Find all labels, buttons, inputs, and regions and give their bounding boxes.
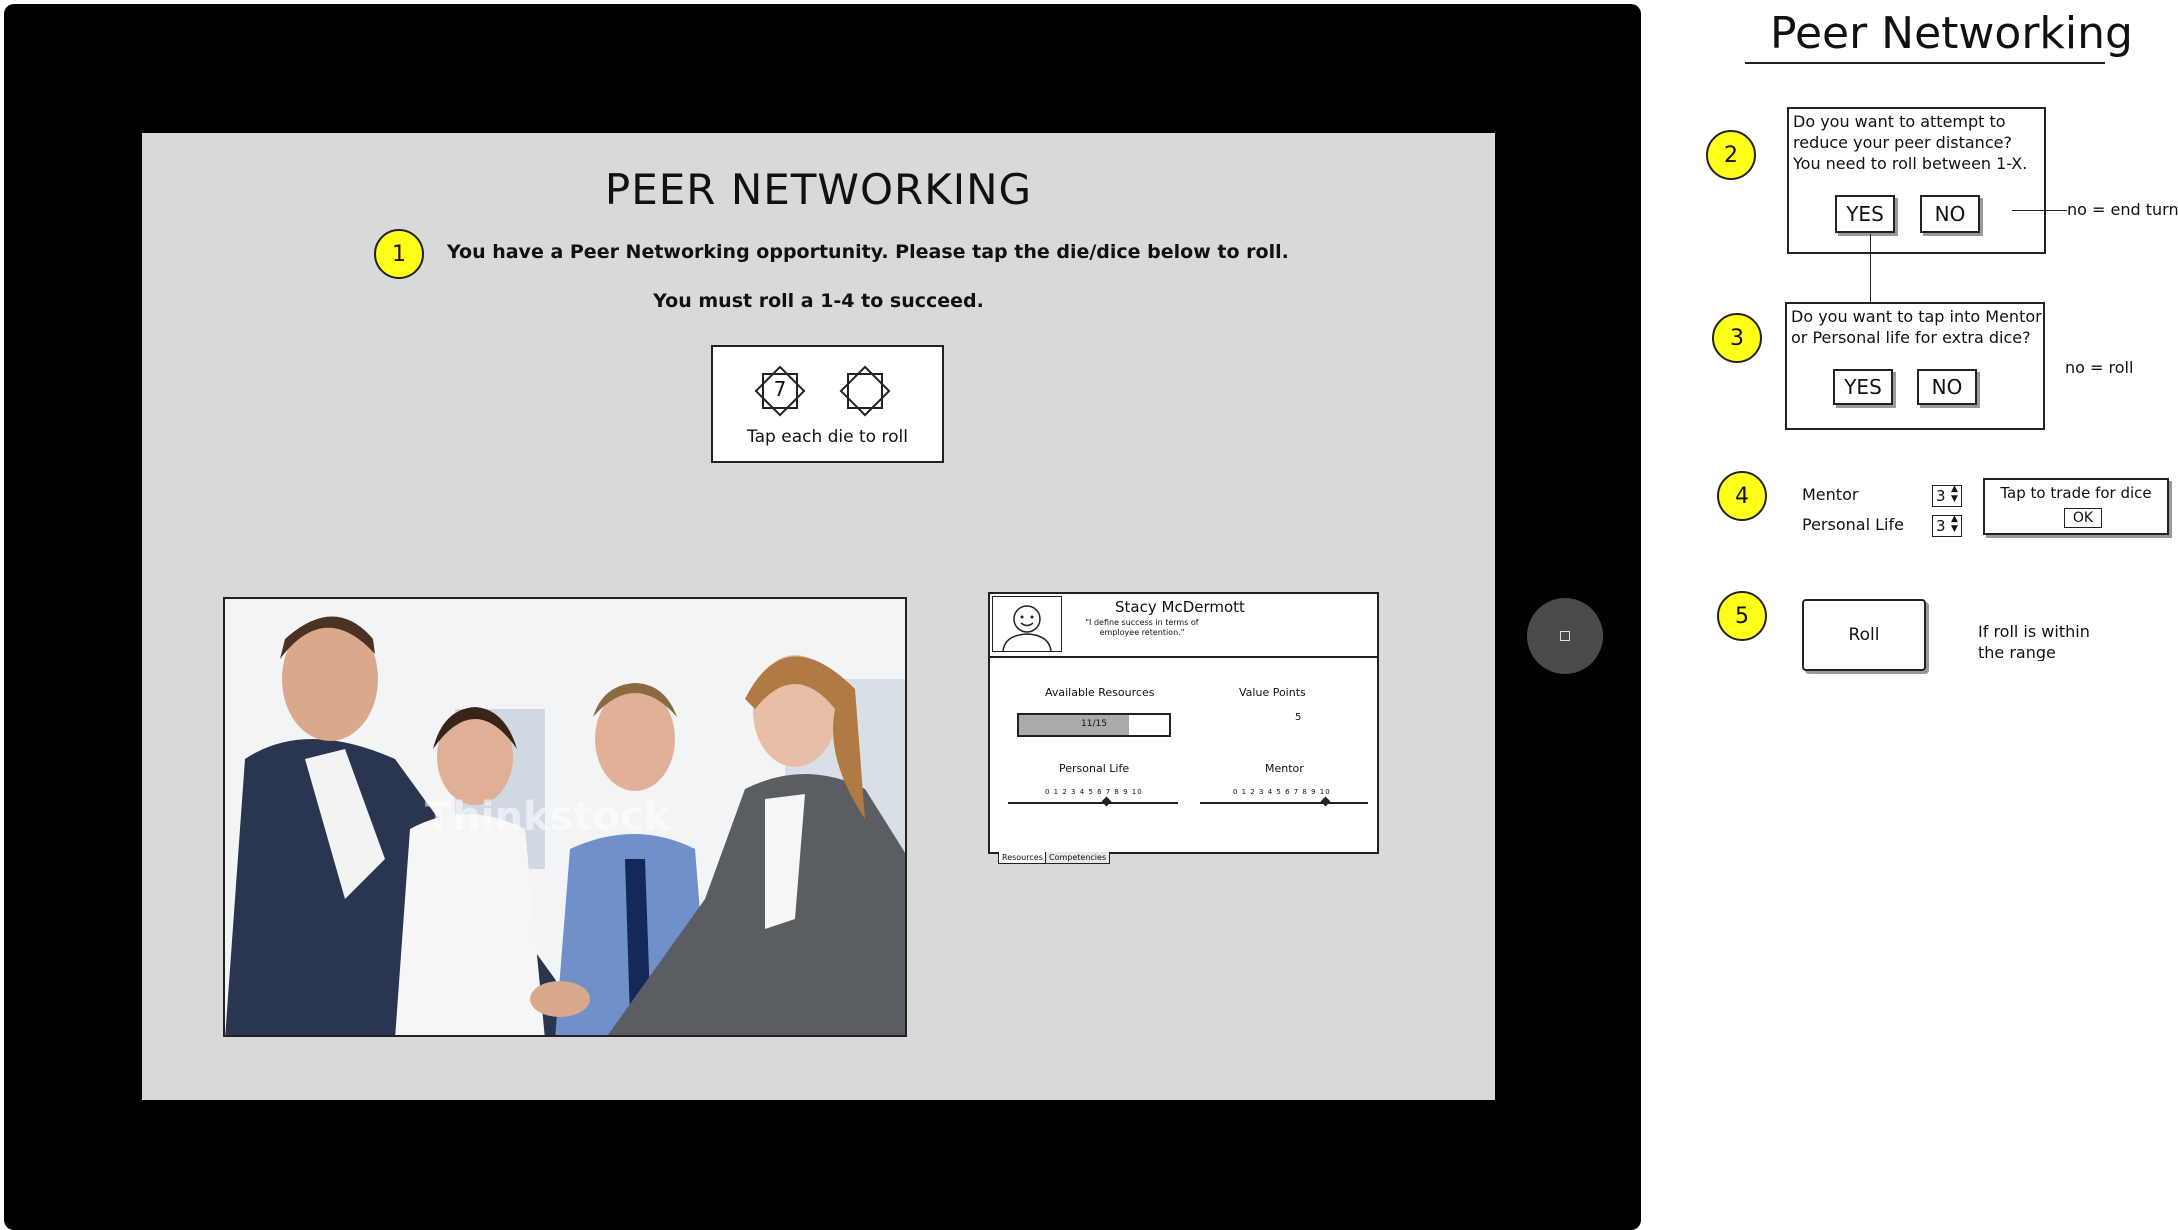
mentor-label: Mentor xyxy=(1265,762,1304,775)
networking-photo: Thinkstock xyxy=(223,597,907,1037)
mentor-stepper[interactable]: 3 ▲ ▼ xyxy=(1932,484,1962,507)
step-5-badge: 5 xyxy=(1717,591,1767,641)
trade-dialog: Tap to trade for dice OK xyxy=(1983,478,2169,535)
step-3-no-button[interactable]: NO xyxy=(1917,369,1977,405)
heading-underline xyxy=(1745,62,2105,64)
step-3-question: Do you want to tap into Mentor or Person… xyxy=(1791,307,2042,347)
dice-hint: Tap each die to roll xyxy=(747,427,908,447)
profile-divider xyxy=(990,656,1377,658)
value-points-value: 5 xyxy=(1295,712,1302,723)
step-3-badge: 3 xyxy=(1712,313,1762,363)
tab-resources[interactable]: Resources xyxy=(998,852,1047,864)
die-1-value: 7 xyxy=(773,377,787,401)
die-1[interactable]: 7 xyxy=(752,363,808,419)
personal-life-scale-ticks: 0 1 2 3 4 5 6 7 8 9 10 xyxy=(1045,788,1143,796)
step-2-note: no = end turn xyxy=(2067,200,2178,219)
die-2[interactable] xyxy=(837,363,893,419)
personal-life-slider-thumb[interactable] xyxy=(1101,796,1112,807)
step-3-note: no = roll xyxy=(2065,358,2134,377)
available-resources-bar: 11/15 xyxy=(1017,713,1171,737)
mentor-slider-thumb[interactable] xyxy=(1320,796,1331,807)
requirement-text: You must roll a 1-4 to succeed. xyxy=(653,290,984,312)
roll-button[interactable]: Roll xyxy=(1802,599,1926,671)
step-3-yes-button[interactable]: YES xyxy=(1833,369,1893,405)
stepper-arrows-icon[interactable]: ▲ ▼ xyxy=(1951,514,1958,534)
step-3-dialog: Do you want to tap into Mentor or Person… xyxy=(1785,302,2045,430)
step-4-badge: 4 xyxy=(1717,471,1767,521)
personal-life-slider[interactable] xyxy=(1008,802,1178,804)
personal-life-label: Personal Life xyxy=(1059,762,1130,775)
profile-quote: "I define success in terms of employee r… xyxy=(1085,618,1199,637)
mentor-slider[interactable] xyxy=(1200,802,1368,804)
step-5-note: If roll is within the range xyxy=(1978,622,2090,661)
available-resources-value: 11/15 xyxy=(1081,719,1107,729)
home-button[interactable] xyxy=(1527,598,1603,674)
mentor-stepper-value: 3 xyxy=(1936,487,1946,505)
step-2-no-button[interactable]: NO xyxy=(1920,195,1980,233)
step-4-personal-life-label: Personal Life xyxy=(1802,515,1904,534)
trade-text: Tap to trade for dice xyxy=(2000,484,2152,502)
profile-card: Stacy McDermott "I define success in ter… xyxy=(988,592,1379,854)
step-2-to-3-connector xyxy=(1870,234,1871,302)
step-2-yes-button[interactable]: YES xyxy=(1835,195,1895,233)
home-icon xyxy=(1560,631,1570,641)
page-title: PEER NETWORKING xyxy=(604,165,1033,214)
step-1-badge: 1 xyxy=(374,229,424,279)
tablet-screen: PEER NETWORKING 1 You have a Peer Networ… xyxy=(142,133,1495,1100)
profile-name: Stacy McDermott xyxy=(1115,598,1245,616)
instruction-text: You have a Peer Networking opportunity. … xyxy=(447,241,1289,263)
available-resources-label: Available Resources xyxy=(1045,686,1155,699)
avatar-icon xyxy=(1002,605,1052,652)
mentor-scale-ticks: 0 1 2 3 4 5 6 7 8 9 10 xyxy=(1233,788,1331,796)
die-2-icon xyxy=(839,365,891,417)
dice-panel: 7 Tap each die to roll xyxy=(711,345,944,463)
step-4-mentor-label: Mentor xyxy=(1802,485,1859,504)
step-2-dialog: Do you want to attempt to reduce your pe… xyxy=(1787,107,2046,254)
tab-competencies[interactable]: Competencies xyxy=(1045,852,1111,864)
annotations-heading: Peer Networking xyxy=(1770,8,2133,59)
avatar xyxy=(992,596,1062,652)
step-2-connector xyxy=(2012,210,2067,211)
step-2-badge: 2 xyxy=(1706,130,1756,180)
trade-ok-button[interactable]: OK xyxy=(2064,508,2102,528)
step-2-question: Do you want to attempt to reduce your pe… xyxy=(1793,112,2028,173)
personal-life-stepper-value: 3 xyxy=(1936,517,1946,535)
personal-life-stepper[interactable]: 3 ▲ ▼ xyxy=(1932,514,1962,537)
stepper-arrows-icon[interactable]: ▲ ▼ xyxy=(1951,484,1958,504)
photo-watermark: Thinkstock xyxy=(425,794,671,840)
value-points-label: Value Points xyxy=(1239,686,1306,699)
